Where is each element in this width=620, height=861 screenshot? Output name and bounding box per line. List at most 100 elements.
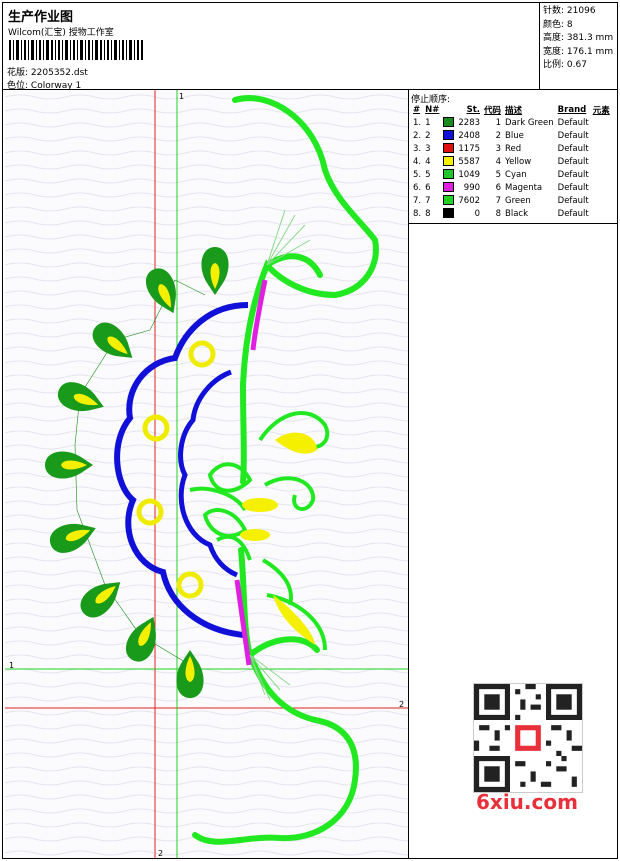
row-element [591,194,612,207]
header-panel: 生产作业图 Wilcom(汇宝) 授物工作室 花版: 2205352.dst 色… [3,3,540,91]
row-code: 4 [495,156,502,167]
qr-code-icon [473,683,583,793]
row-element [591,207,612,220]
row-index: 2. [413,130,422,141]
row-desc: Yellow [505,156,532,167]
row-index: 4. [413,156,422,167]
row-stitches: 1175 [458,143,481,154]
row-desc: Red [505,143,522,154]
row-code: 6 [495,182,502,193]
page-title: 生产作业图 [8,10,74,25]
col-number: N# [425,105,440,115]
table-row: 6. 6 990 6 Magenta Default [411,181,612,194]
design-file: 花版: 2205352.dst [7,65,88,78]
color-swatch [443,117,455,128]
row-index: 8. [413,208,422,219]
guide-label-left: 1 [9,661,15,670]
row-number: 2 [425,130,431,141]
row-index: 5. [413,169,422,180]
row-stitches: 0 [474,208,481,219]
col-element: 元素 [592,106,610,116]
stop-sequence-table: # N# St. 代码 描述 Brand 元素 1. 1 2283 1 Dark Gre… [411,104,612,220]
row-element [591,168,612,181]
row-stitches: 7602 [458,195,481,206]
row-brand: Default [557,169,589,180]
row-brand: Default [557,195,589,206]
row-element [591,155,612,168]
row-desc: Green [505,195,531,206]
row-code: 7 [495,195,502,206]
stat-width: 宽度: 176.1 mm [543,46,614,57]
table-header-row: # N# St. 代码 描述 Brand 元素 [411,104,612,116]
row-desc: Black [505,208,529,219]
row-index: 7. [413,195,422,206]
stat-height: 高度: 381.3 mm [543,33,614,43]
row-brand: Default [557,182,589,193]
row-brand: Default [557,156,589,167]
row-number: 5 [425,169,431,180]
row-number: 6 [425,182,431,193]
watermark: 6xiu.com [476,790,578,814]
row-element [591,116,612,129]
row-swatch [441,181,456,194]
row-code: 2 [495,130,502,141]
color-swatch [443,195,455,206]
color-swatch [443,182,455,193]
stat-colors: 颜色: 8 [543,19,573,30]
row-number: 8 [425,208,431,219]
stats-panel: 针数: 21096 颜色: 8 高度: 381.3 mm 宽度: 176.1 m… [540,3,617,90]
barcode-icon [9,40,143,60]
col-index: # [413,105,421,115]
stop-sequence-panel: 停止顺序: # N# St. 代码 描述 Brand 元素 1. 1 2283 1 Da… [409,90,617,224]
guide-label-top: 1 [179,92,185,101]
row-swatch [441,168,456,181]
company-name: Wilcom(汇宝) 授物工作室 [8,28,114,38]
table-row: 4. 4 5587 4 Yellow Default [411,155,612,168]
row-swatch [441,207,456,220]
table-row: 2. 2 2408 2 Blue Default [411,129,612,142]
col-desc: 描述 [505,106,523,116]
embroidery-preview [5,90,408,858]
table-row: 7. 7 7602 7 Green Default [411,194,612,207]
row-swatch [441,155,456,168]
row-stitches: 2283 [458,117,481,128]
row-index: 6. [413,182,422,193]
color-swatch [443,156,455,167]
design-label: 花版: [7,68,29,78]
table-row: 8. 8 0 8 Black Default [411,207,612,220]
row-swatch [441,116,456,129]
col-swatch [441,104,456,116]
color-swatch [443,169,455,180]
color-swatch [443,208,455,219]
row-desc: Magenta [505,182,543,193]
row-brand: Default [557,208,589,219]
color-swatch [443,130,455,141]
row-index: 3. [413,143,422,154]
row-code: 5 [495,169,502,180]
guide-label-bottom: 2 [158,849,164,858]
row-swatch [441,142,456,155]
col-stitches: St. [466,105,481,115]
row-code: 1 [495,117,502,128]
stat-scale: 比例: 0.67 [543,60,587,70]
table-row: 5. 5 1049 5 Cyan Default [411,168,612,181]
row-code: 8 [495,208,502,219]
table-row: 1. 1 2283 1 Dark Green Default [411,116,612,129]
row-element [591,142,612,155]
row-element [591,129,612,142]
col-code: 代码 [484,106,502,116]
row-desc: Blue [505,130,524,141]
row-swatch [441,194,456,207]
guide-label-right: 2 [399,700,405,709]
design-canvas[interactable]: 1 1 2 2 [5,90,409,858]
table-row: 3. 3 1175 3 Red Default [411,142,612,155]
row-brand: Default [557,117,589,128]
row-brand: Default [557,143,589,154]
production-worksheet: 生产作业图 Wilcom(汇宝) 授物工作室 花版: 2205352.dst 色… [2,2,618,859]
row-stitches: 990 [463,182,481,193]
row-stitches: 1049 [458,169,481,180]
row-swatch [441,129,456,142]
row-number: 1 [425,117,431,128]
color-swatch [443,143,455,154]
row-number: 3 [425,143,431,154]
